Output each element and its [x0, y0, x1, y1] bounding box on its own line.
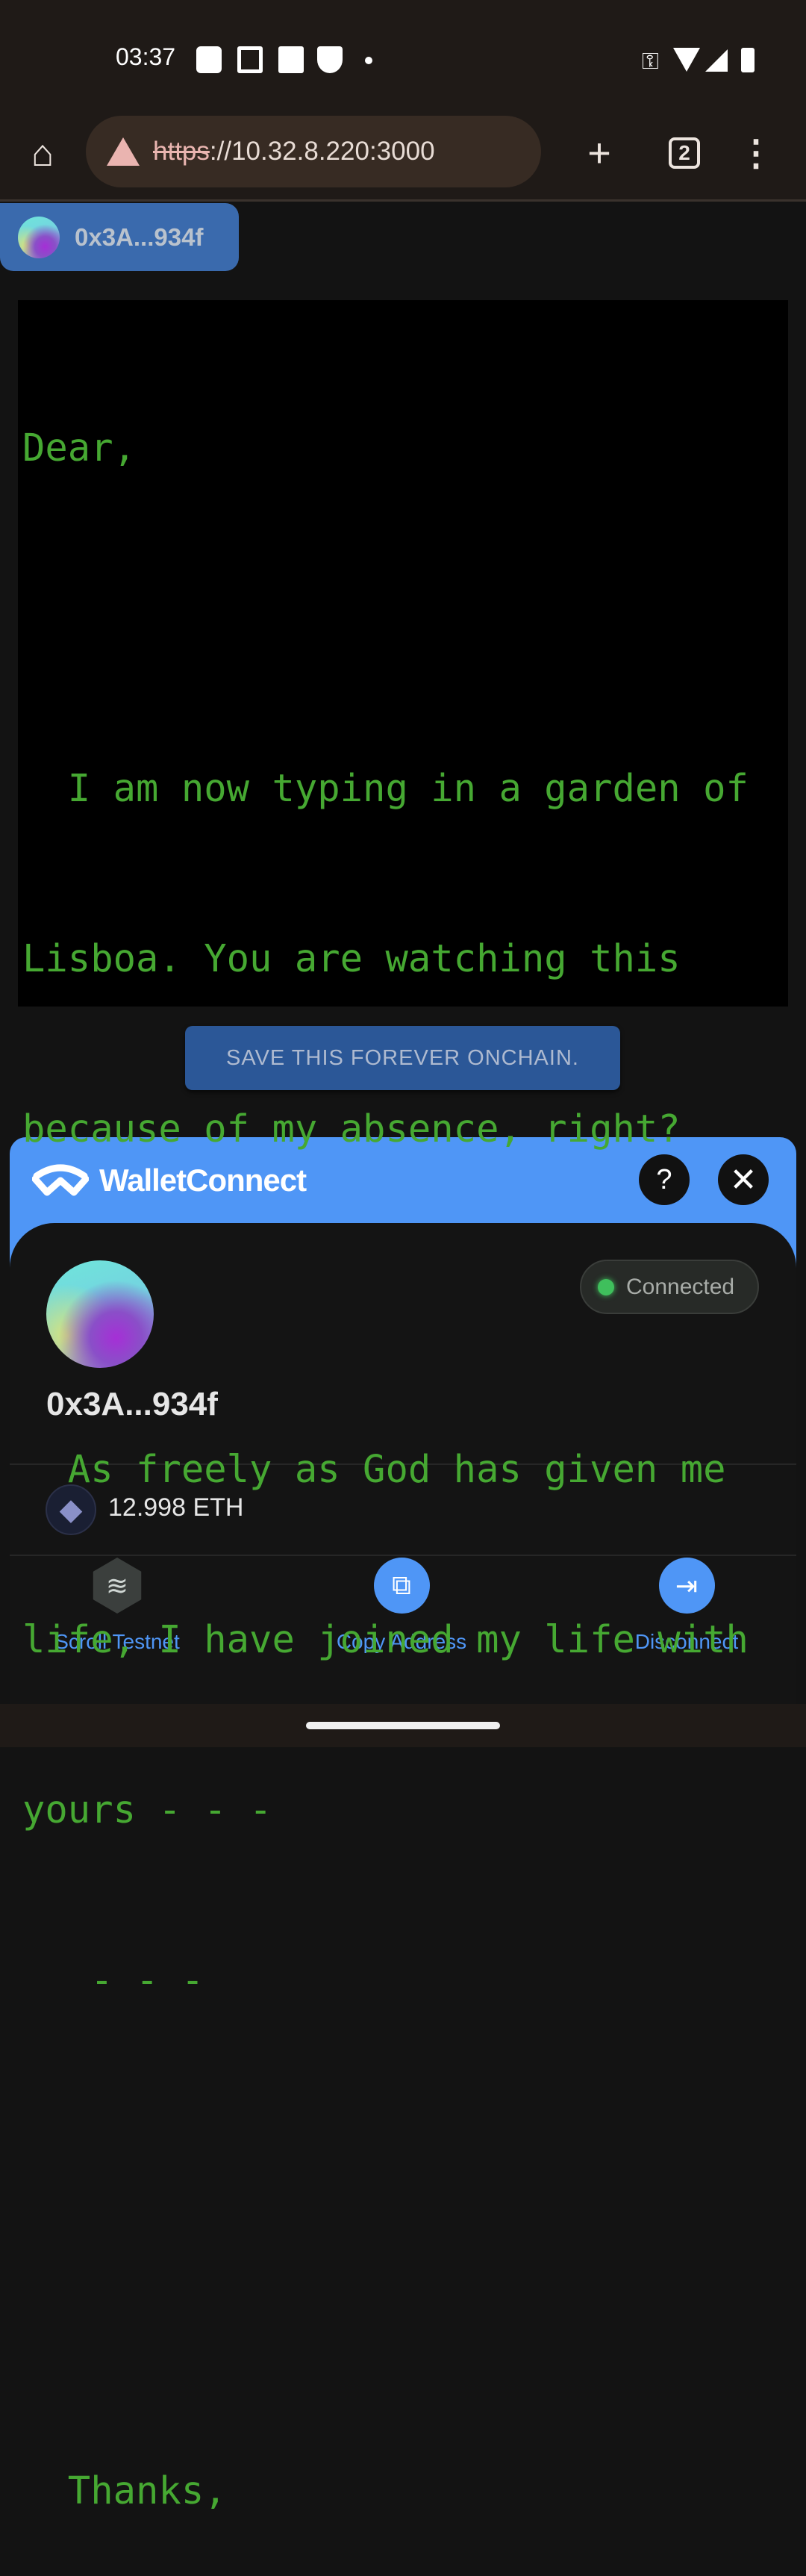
letter-line	[22, 2292, 788, 2349]
dot-icon	[365, 57, 372, 64]
cast-icon	[237, 46, 263, 73]
letter-line: life, I have joined my life with	[22, 1617, 749, 1661]
status-bar: 03:37 ⚿	[0, 0, 806, 112]
tabs-icon[interactable]: 2	[658, 127, 710, 179]
letter-line	[22, 1271, 788, 1328]
letter-line: I am now typing in a garden of	[22, 766, 749, 810]
letter-line	[22, 590, 788, 647]
tab-count: 2	[669, 137, 700, 169]
location-icon	[196, 46, 222, 73]
battery-icon	[741, 48, 755, 72]
account-button[interactable]: 0x3A...934f	[0, 203, 239, 271]
url-host: ://10.32.8.220:3000	[209, 137, 435, 166]
avatar	[18, 216, 60, 258]
letter-line	[22, 2122, 788, 2179]
url-bar[interactable]: https://10.32.8.220:3000	[86, 116, 541, 187]
clock: 03:37	[116, 43, 176, 70]
home-icon[interactable]: ⌂	[16, 127, 69, 179]
letter-line: Lisboa. You are watching this	[22, 936, 681, 980]
letter-line: As freely as God has given me	[22, 1447, 726, 1491]
letter-line: - - -	[22, 1958, 204, 2002]
account-address: 0x3A...934f	[75, 223, 204, 251]
letter-line: yours - - -	[22, 1788, 272, 1832]
vpn-app-icon	[278, 46, 304, 73]
letter-line: Thanks,	[22, 2468, 227, 2513]
letter-textarea[interactable]: Dear, I am now typing in a garden of Lis…	[18, 300, 788, 2513]
key-icon: ⚿	[642, 49, 659, 74]
letter-line: because of my absence, right?	[22, 1107, 681, 1151]
browser-toolbar: ⌂ https://10.32.8.220:3000 + 2 ⋮	[0, 112, 806, 202]
more-icon[interactable]: ⋮	[730, 127, 782, 179]
warning-icon	[107, 137, 140, 166]
url-scheme: https	[153, 137, 210, 166]
wifi-icon	[673, 48, 700, 72]
shield-icon	[317, 46, 343, 73]
plus-icon[interactable]: +	[573, 127, 625, 179]
letter-line: Dear,	[22, 426, 137, 470]
signal-roaming-icon	[705, 49, 728, 72]
